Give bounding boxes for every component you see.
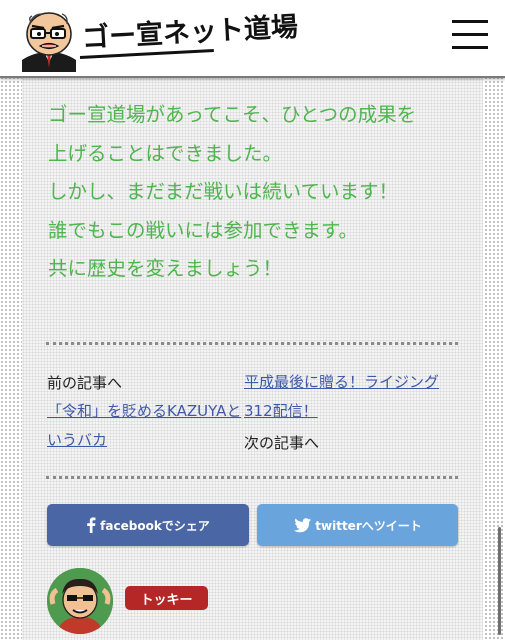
next-article-label: 次の記事へ [244, 434, 320, 452]
message-line: 誰でもこの戦いには参加できます。 [48, 218, 359, 242]
author-avatar[interactable] [47, 568, 113, 634]
site-header: ゴー宣ネット道場 [0, 0, 505, 78]
prev-article-label: 前の記事へ [47, 374, 123, 392]
message-line: ゴー宣道場があってこそ、ひとつの成果を [48, 103, 417, 126]
next-article-link[interactable]: 平成最後に贈る！ライジング312配信！ [244, 368, 440, 426]
twitter-share-button[interactable]: twitterへツイート [257, 504, 458, 546]
message-line: 共に歴史を変えましょう！ [48, 257, 283, 280]
prev-article-link[interactable]: 「令和」を貶めるKAZUYAというバカ [47, 397, 243, 455]
closing-message: ゴー宣道場があってこそ、ひとつの成果を 上げることはできました。 しかし、まだま… [48, 96, 468, 289]
article-content: ゴー宣道場があってこそ、ひとつの成果を 上げることはできました。 しかし、まだま… [22, 78, 483, 640]
facebook-icon [86, 517, 96, 533]
divider [46, 342, 458, 345]
twitter-bird-icon [293, 517, 312, 533]
menu-line [452, 20, 488, 23]
divider [46, 476, 458, 479]
scrollbar-thumb[interactable] [498, 527, 501, 635]
menu-line [452, 33, 488, 36]
menu-line [452, 46, 488, 49]
site-title[interactable]: ゴー宣ネット道場 [81, 5, 299, 55]
message-line: 上げることはできました。 [48, 141, 283, 165]
facebook-share-label: facebookでシェア [100, 518, 210, 533]
twitter-share-label: twitterへツイート [315, 518, 422, 533]
message-line: しかし、まだまだ戦いは続いています！ [48, 180, 399, 203]
facebook-share-button[interactable]: facebookでシェア [47, 504, 249, 546]
hamburger-menu-button[interactable] [450, 18, 490, 52]
author-name-badge[interactable]: トッキー [125, 586, 208, 610]
mascot-logo-icon[interactable] [18, 6, 80, 76]
